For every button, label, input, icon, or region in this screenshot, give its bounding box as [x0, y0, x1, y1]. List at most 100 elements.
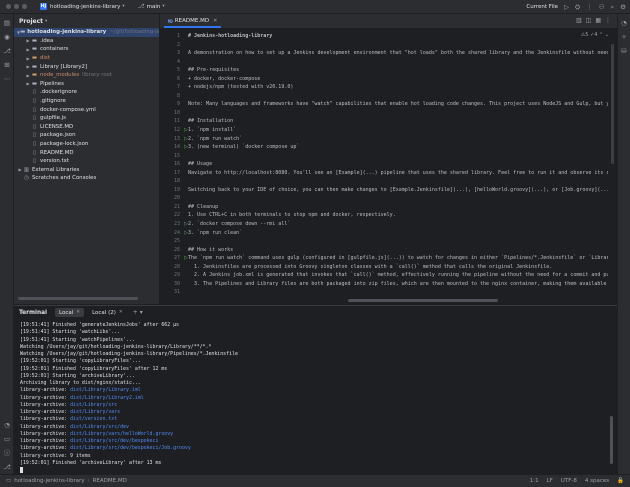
read-only-lock-icon[interactable]: 🔓: [617, 478, 624, 484]
more-icon[interactable]: ⋮: [586, 2, 593, 12]
terminal-path-link[interactable]: dist/Library/vars: [70, 409, 120, 415]
tree-item[interactable]: ▶ ▬ Pipelines: [14, 80, 159, 89]
file-icon: ▯: [32, 123, 37, 130]
settings-icon[interactable]: ⚙: [620, 2, 626, 12]
terminal-path-link[interactable]: dist/Library/src/dev/bespokeci/Job.groov…: [70, 445, 191, 451]
terminal-tab-local-2[interactable]: Local (2) ✕: [88, 308, 127, 317]
more-icon[interactable]: ⋮: [605, 17, 611, 24]
indent-setting[interactable]: 4 spaces: [585, 478, 609, 484]
database-icon[interactable]: ⛁: [619, 46, 629, 56]
close-icon[interactable]: ✕: [119, 310, 123, 315]
run-config-selector[interactable]: Current File: [526, 4, 558, 10]
tree-item[interactable]: ▯ package-lock.json: [14, 140, 159, 149]
tree-item[interactable]: ▯ gulpfile.js: [14, 114, 159, 123]
search-icon[interactable]: ⌕: [611, 2, 615, 12]
project-panel-header[interactable]: Project ▾: [14, 14, 159, 28]
tree-item[interactable]: ▶ ▬ containers: [14, 45, 159, 54]
terminal-line: [19:52:01] Finished 'archiveLibrary' aft…: [20, 459, 162, 466]
terminal-line: [19:52:01] Finished 'copyLibraryFiles' a…: [20, 365, 168, 372]
tree-item[interactable]: ▯ package.json: [14, 131, 159, 140]
terminal-path-link[interactable]: dist/Library/src/dev: [70, 424, 129, 430]
terminal-path-link[interactable]: dist/Library/vars/helloWorld.groovy: [70, 431, 173, 437]
tree-item-label: package.json: [40, 132, 76, 139]
new-terminal-icon[interactable]: +: [133, 309, 138, 316]
line-separator[interactable]: LF: [547, 478, 553, 484]
tree-item[interactable]: ▶ ▬ node_modules library root: [14, 71, 159, 80]
close-icon[interactable]: ✕: [76, 310, 80, 315]
tree-item[interactable]: ▼ ▬ hotloading-jenkins-library ~/git/hotloa…: [14, 28, 159, 37]
preview-icon[interactable]: ▦: [595, 17, 601, 24]
folder-icon: ▬: [31, 63, 38, 70]
terminal-tab-label: Local: [59, 309, 74, 316]
problems-icon[interactable]: ⓘ: [2, 448, 12, 458]
zoom-window-button[interactable]: [22, 4, 27, 9]
structure-icon[interactable]: ⊞: [2, 60, 12, 70]
tree-item[interactable]: ▶ ▥ External Libraries: [14, 166, 159, 175]
split-view-icon[interactable]: ◫: [586, 17, 592, 24]
tab-label: README.MD: [174, 18, 210, 24]
debug-icon[interactable]: ⛭: [575, 2, 580, 12]
breadcrumb-file[interactable]: README.MD: [93, 478, 127, 484]
git-tool-icon[interactable]: ⎇: [2, 462, 12, 472]
editor-horizontal-scrollbar[interactable]: [348, 299, 498, 302]
more-tools-icon[interactable]: ⋯: [2, 74, 12, 84]
collaborate-icon[interactable]: ⚇: [599, 2, 605, 12]
minimize-window-button[interactable]: [14, 4, 19, 9]
terminal-line: library-archive: dist/Library/Library2.i…: [20, 394, 144, 401]
tree-item[interactable]: ▯ version.txt: [14, 157, 159, 166]
code-area[interactable]: 1 2 3 4 5 6 7 8 9 10 11 12 13 14 15 16 17 18 19 20 21 22 23 24 2…: [160, 29, 617, 304]
terminal-line: library-archive: 9 items: [20, 452, 91, 459]
project-panel-scrollbar[interactable]: [18, 297, 138, 300]
code-line: ## Cleanup: [188, 203, 219, 210]
run-icon[interactable]: ▷: [564, 2, 569, 12]
ai-assistant-icon[interactable]: ✧: [619, 32, 629, 42]
terminal-scrollbar[interactable]: [610, 416, 613, 464]
terminal-prompt[interactable]: [20, 467, 600, 474]
project-tool-icon[interactable]: ▤: [2, 18, 12, 28]
chevron-down-icon[interactable]: ▾: [140, 309, 143, 316]
close-window-button[interactable]: [6, 4, 11, 9]
tree-item[interactable]: ▯ .dockerignore: [14, 88, 159, 97]
status-bar: ▭ hotloading-jenkins-library › README.MD…: [0, 474, 630, 487]
tree-item[interactable]: ◷ Scratches and Consoles: [14, 174, 159, 183]
tab-readme[interactable]: MD README.MD ✕: [164, 16, 222, 28]
close-icon[interactable]: ✕: [213, 18, 217, 24]
services-icon[interactable]: ◔: [2, 420, 12, 430]
terminal-path-link[interactable]: dist/Library/src/dev/bespokeci: [70, 438, 158, 444]
tree-item[interactable]: ▯ docker-compose.yml: [14, 105, 159, 114]
project-panel: Project ▾ ▼ ▬ hotloading-jenkins-library ~/…: [14, 14, 160, 304]
terminal-path-link[interactable]: dist/version.txt: [70, 416, 117, 422]
tree-item[interactable]: ▯ README.MD: [14, 148, 159, 157]
terminal-path-link[interactable]: dist/Library/Library2.iml: [70, 395, 144, 401]
terminal-output[interactable]: [19:51:41] Finished 'generateJenkinsJobs…: [20, 322, 600, 474]
tree-item[interactable]: ▶ ▬ dist: [14, 54, 159, 63]
code-content[interactable]: # Jenkins-hotloading-library A demonstrat…: [188, 32, 608, 297]
code-line: 1. Use CTRL+C in both terminals to stop …: [188, 212, 396, 219]
left-tool-strip: ▤ ◉ ⎇ ⊞ ⋯ ◔ ▭ ⓘ ⎇: [0, 14, 14, 474]
tree-item[interactable]: ▯ LICENSE.MD: [14, 123, 159, 132]
editor-only-view-icon[interactable]: ▥: [576, 17, 582, 24]
terminal-line: library-archive: dist/Library/src/dev: [20, 423, 129, 430]
file-encoding[interactable]: UTF-8: [561, 478, 577, 484]
breadcrumb-project[interactable]: hotloading-jenkins-library: [14, 478, 84, 484]
caret-position[interactable]: 1:1: [530, 478, 539, 484]
line-number: 12: [173, 127, 180, 134]
editor-vertical-scrollbar[interactable]: [611, 44, 614, 164]
code-line: 3. (new terminal) `docker compose up`: [188, 144, 300, 151]
terminal-tool-icon[interactable]: ▭: [2, 434, 12, 444]
git-branch-icon[interactable]: ⎇: [2, 46, 12, 56]
tree-item[interactable]: ▯ .gitignore: [14, 97, 159, 106]
branch-switcher[interactable]: ⎇ main ▾: [138, 3, 165, 10]
terminal-path-link[interactable]: dist/Library/src: [70, 402, 117, 408]
tree-item[interactable]: ▶ ▬ .idea: [14, 37, 159, 46]
notifications-icon[interactable]: ◔: [619, 18, 629, 28]
terminal-line: library-archive: dist/Library/src/dev/be…: [20, 438, 159, 444]
tree-item[interactable]: ▶ ▬ Library [Library2]: [14, 62, 159, 71]
terminal-path-link[interactable]: dist/Library/Library.iml: [70, 387, 141, 393]
code-line: 2. A Jenkins job.xml is generated that i…: [188, 272, 608, 279]
commit-icon[interactable]: ◉: [2, 32, 12, 42]
terminal-tab-local[interactable]: Local ✕: [55, 308, 85, 317]
project-switcher[interactable]: HJ hotloading-jenkins-library ▾: [37, 2, 128, 12]
code-line: + docker, docker-compose: [188, 75, 261, 82]
